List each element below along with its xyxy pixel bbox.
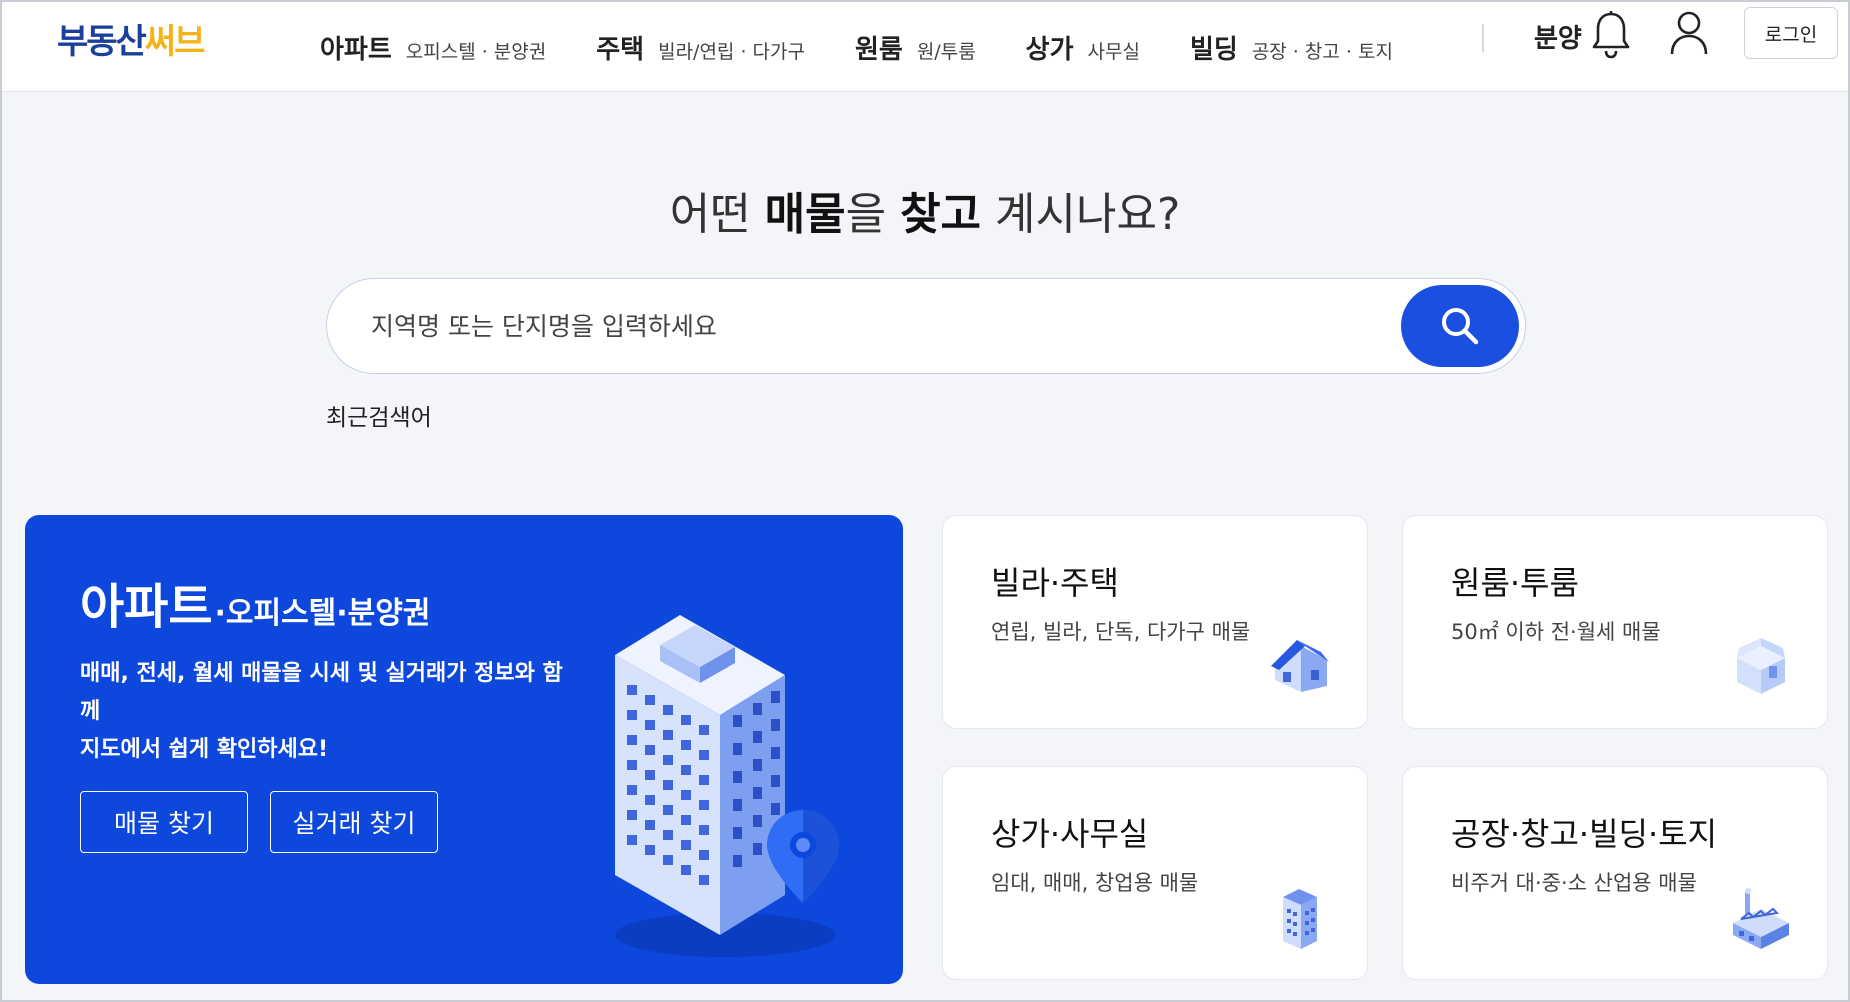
nav-main-label: 상가 xyxy=(1025,34,1074,65)
title-part2: 을 xyxy=(845,189,901,240)
nav-item-oneroom[interactable]: 원룸 원/투룸 xyxy=(855,29,976,66)
nav-item-apartment[interactable]: 아파트 오피스텔 · 분양권 xyxy=(320,29,546,66)
house-icon xyxy=(1271,640,1329,692)
title-part3: 계시나요? xyxy=(981,189,1181,240)
title-bold2: 찾고 xyxy=(900,189,982,240)
nav-sub-label: 원/투룸 xyxy=(916,40,976,63)
recent-searches-label[interactable]: 최근검색어 xyxy=(326,398,432,432)
nav-sub-label: 공장 · 창고 · 토지 xyxy=(1251,40,1393,63)
nav-main-label: 아파트 xyxy=(320,34,392,65)
nav-sub-label: 사무실 xyxy=(1087,40,1140,63)
find-transactions-button[interactable]: 실거래 찾기 xyxy=(270,791,438,853)
page-title: 어떤 매물을 찾고 계시나요? xyxy=(2,178,1848,242)
logo-part1: 부동산 xyxy=(57,22,147,62)
factory-icon xyxy=(1733,888,1789,949)
apartment-building-illustration xyxy=(615,615,839,957)
user-icon[interactable] xyxy=(1668,10,1710,56)
card-title: 상가·사무실 xyxy=(991,815,1149,853)
card-title: 빌라·주택 xyxy=(991,564,1119,602)
search-button[interactable] xyxy=(1401,285,1519,367)
logo-part2: 써브 xyxy=(144,22,206,62)
nav-item-bunyang[interactable]: 분양 xyxy=(1534,18,1582,55)
card-villa-house[interactable]: 빌라·주택 연립, 빌라, 단독, 다가구 매물 xyxy=(942,515,1368,729)
nav-main-label: 주택 xyxy=(596,34,645,65)
page: 부동산써브 아파트 오피스텔 · 분양권 주택 빌라/연립 · 다가구 원룸 원… xyxy=(0,0,1850,1002)
desc-line: 지도에서 쉽게 확인하세요! xyxy=(80,737,328,762)
card-title: 원룸·투룸 xyxy=(1451,564,1579,602)
search-box xyxy=(326,278,1526,374)
logo[interactable]: 부동산써브 xyxy=(57,14,206,63)
card-subtitle: 비주거 대·중·소 산업용 매물 xyxy=(1451,871,1697,895)
apartment-card-title: 아파트 ·오피스텔·분양권 xyxy=(80,567,430,637)
nav-divider xyxy=(1482,24,1484,52)
nav-item-building[interactable]: 빌딩 공장 · 창고 · 토지 xyxy=(1190,29,1393,66)
nav-item-house[interactable]: 주택 빌라/연립 · 다가구 xyxy=(596,29,805,66)
card-subtitle: 연립, 빌라, 단독, 다가구 매물 xyxy=(991,620,1251,644)
title-part1: 어떤 xyxy=(669,189,765,240)
nav-main-label: 원룸 xyxy=(854,34,903,65)
title-bold1: 매물 xyxy=(764,189,846,240)
top-header: 부동산써브 아파트 오피스텔 · 분양권 주택 빌라/연립 · 다가구 원룸 원… xyxy=(2,2,1848,92)
desc-line: 매매, 전세, 월세 매물을 시세 및 실거래가 정보와 함께 xyxy=(80,661,563,724)
card-subtitle: 50㎡ 이하 전·월세 매물 xyxy=(1451,620,1661,644)
search-icon xyxy=(1442,308,1479,345)
office-building-icon xyxy=(1283,889,1317,949)
apartment-title-main: 아파트 xyxy=(80,579,213,635)
apartment-title-sub: ·오피스텔·분양권 xyxy=(214,596,431,631)
card-subtitle: 임대, 매매, 창업용 매물 xyxy=(991,871,1199,895)
apartment-card[interactable]: 아파트 ·오피스텔·분양권 매매, 전세, 월세 매물을 시세 및 실거래가 정… xyxy=(25,515,903,984)
nav-sub-label: 빌라/연립 · 다가구 xyxy=(658,40,805,63)
bell-icon[interactable] xyxy=(1590,10,1632,60)
nav-main-label: 빌딩 xyxy=(1189,34,1238,65)
apartment-card-description: 매매, 전세, 월세 매물을 시세 및 실거래가 정보와 함께 지도에서 쉽게 … xyxy=(80,655,580,769)
find-listings-button[interactable]: 매물 찾기 xyxy=(80,791,248,853)
login-button[interactable]: 로그인 xyxy=(1744,7,1838,59)
card-title: 공장·창고·빌딩·토지 xyxy=(1451,815,1718,853)
room-icon xyxy=(1737,638,1785,694)
search-input[interactable] xyxy=(371,303,1351,349)
nav-sub-label: 오피스텔 · 분양권 xyxy=(405,40,547,63)
main-nav: 아파트 오피스텔 · 분양권 주택 빌라/연립 · 다가구 원룸 원/투룸 상가… xyxy=(320,2,1443,92)
nav-item-store[interactable]: 상가 사무실 xyxy=(1026,29,1140,66)
card-oneroom-tworoom[interactable]: 원룸·투룸 50㎡ 이하 전·월세 매물 xyxy=(1402,515,1828,729)
card-factory-warehouse[interactable]: 공장·창고·빌딩·토지 비주거 대·중·소 산업용 매물 xyxy=(1402,766,1828,980)
card-store-office[interactable]: 상가·사무실 임대, 매매, 창업용 매물 xyxy=(942,766,1368,980)
